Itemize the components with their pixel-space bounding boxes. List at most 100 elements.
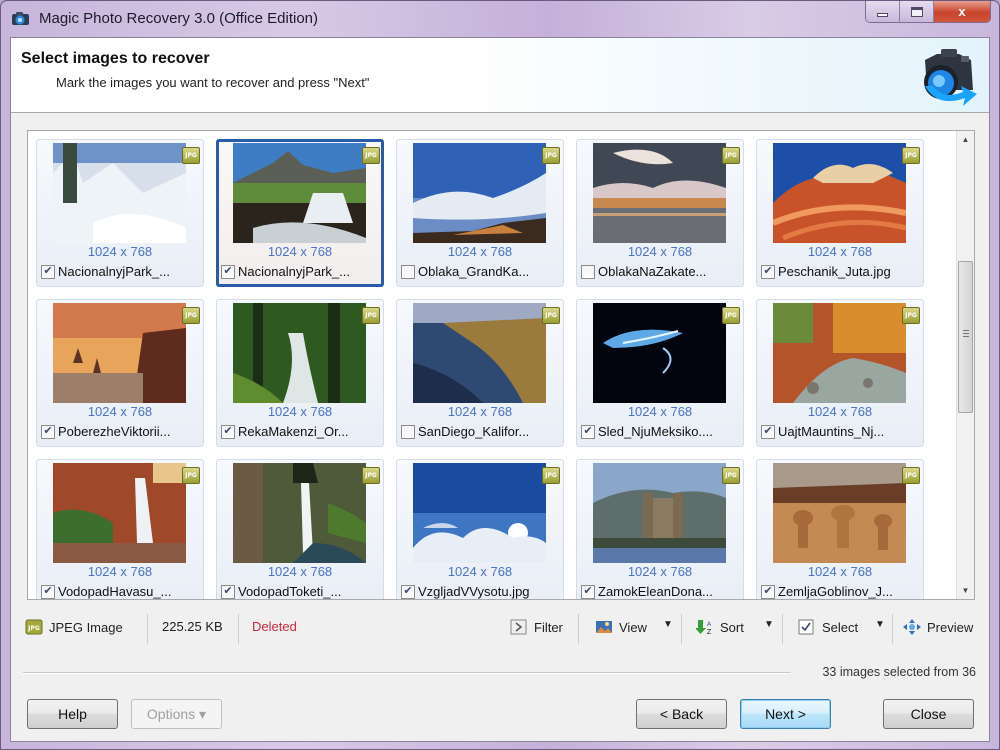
sort-button[interactable]: AZ Sort — [696, 619, 744, 635]
jpg-file-icon: JPG — [362, 307, 380, 324]
separator — [578, 614, 579, 644]
image-select-row: ✔ Peschanik_Juta.jpg — [761, 264, 891, 279]
thumbnail-image[interactable] — [413, 463, 546, 563]
image-checkbox[interactable]: ✔ — [41, 584, 55, 599]
image-checkbox[interactable]: ✔ — [41, 264, 55, 279]
image-checkbox[interactable] — [401, 424, 415, 439]
maximize-icon — [910, 6, 923, 17]
thumbnail-image[interactable] — [593, 143, 726, 243]
close-icon: x — [958, 4, 966, 19]
thumbnail-picture — [593, 463, 726, 563]
thumbnail-image[interactable] — [773, 463, 906, 563]
thumbnail-image[interactable] — [413, 143, 546, 243]
select-checkbox-icon — [798, 619, 814, 635]
image-checkbox[interactable]: ✔ — [41, 424, 55, 439]
separator — [892, 614, 893, 644]
image-thumbnail-card[interactable]: JPG 1024 x 768 ✔ VodopadToketi_... — [216, 459, 384, 599]
thumbnail-image[interactable] — [233, 143, 366, 243]
divider — [23, 672, 791, 674]
filter-icon — [510, 619, 527, 635]
scrollbar-thumb[interactable] — [958, 261, 973, 413]
jpg-file-icon: JPG — [362, 147, 380, 164]
image-gallery: JPG 1024 x 768 ✔ NacionalnyjPark_... JPG 1024… — [27, 130, 975, 600]
thumbnail-image[interactable] — [773, 303, 906, 403]
image-checkbox[interactable]: ✔ — [221, 424, 235, 439]
image-thumbnail-card[interactable]: JPG 1024 x 768 ✔ ZemljaGoblinov_J... — [756, 459, 924, 599]
image-select-row: ✔ VzgljadVVysotu.jpg — [401, 584, 530, 599]
image-select-row: ✔ VodopadHavasu_... — [41, 584, 171, 599]
vertical-scrollbar[interactable]: ▲ ▼ — [956, 131, 974, 599]
select-dropdown-arrow-icon[interactable]: ▼ — [875, 619, 885, 630]
image-thumbnail-card[interactable]: JPG 1024 x 768 ✔ NacionalnyjPark_... — [36, 139, 204, 287]
image-thumbnail-card[interactable]: JPG 1024 x 768 ✔ VzgljadVVysotu.jpg — [396, 459, 564, 599]
thumbnail-image[interactable] — [233, 463, 366, 563]
image-thumbnail-card[interactable]: JPG 1024 x 768 ✔ ZamokEleanDona... — [576, 459, 744, 599]
jpg-file-icon: JPG — [722, 467, 740, 484]
thumbnail-picture — [773, 143, 906, 243]
image-thumbnail-card[interactable]: JPG 1024 x 768 ✔ VodopadHavasu_... — [36, 459, 204, 599]
help-button[interactable]: Help — [27, 699, 118, 729]
image-select-row: ✔ VodopadToketi_... — [221, 584, 341, 599]
jpg-file-icon: JPG — [182, 467, 200, 484]
image-checkbox[interactable]: ✔ — [581, 424, 595, 439]
image-checkbox[interactable]: ✔ — [761, 424, 775, 439]
image-filename: PoberezheViktorii... — [58, 424, 171, 439]
image-checkbox[interactable] — [401, 264, 415, 279]
app-camera-icon — [12, 12, 29, 25]
image-select-row: ✔ NacionalnyjPark_... — [221, 264, 350, 279]
minimize-button[interactable] — [866, 1, 900, 22]
thumbnail-image[interactable] — [593, 463, 726, 563]
image-filename: VodopadToketi_... — [238, 584, 342, 599]
thumbnail-picture — [413, 143, 546, 243]
image-thumbnail-card[interactable]: JPG 1024 x 768 ✔ PoberezheViktorii... — [36, 299, 204, 447]
image-dimensions: 1024 x 768 — [627, 564, 693, 579]
image-checkbox[interactable]: ✔ — [761, 264, 775, 279]
image-checkbox[interactable]: ✔ — [221, 584, 235, 599]
thumbnail-image[interactable] — [773, 143, 906, 243]
minimize-icon — [877, 12, 888, 17]
sort-dropdown-arrow-icon[interactable]: ▼ — [764, 619, 774, 630]
thumbnail-picture — [413, 463, 546, 563]
scroll-down-arrow-icon[interactable]: ▼ — [957, 582, 974, 599]
jpg-file-icon: JPG — [542, 307, 560, 324]
thumbnail-image[interactable] — [53, 463, 186, 563]
preview-move-icon — [903, 619, 921, 635]
image-dimensions: 1024 x 768 — [807, 404, 873, 419]
back-button[interactable]: < Back — [636, 699, 727, 729]
close-button[interactable]: Close — [883, 699, 974, 729]
options-button[interactable]: Options ▾ — [131, 699, 222, 729]
maximize-button[interactable] — [900, 1, 934, 22]
image-checkbox[interactable]: ✔ — [761, 584, 775, 599]
close-window-button[interactable]: x — [934, 1, 990, 22]
jpg-file-icon: JPG — [722, 307, 740, 324]
next-button[interactable]: Next > — [740, 699, 831, 729]
image-select-row: SanDiego_Kalifor... — [401, 424, 529, 439]
image-thumbnail-card[interactable]: JPG 1024 x 768 ✔ UajtMauntins_Nj... — [756, 299, 924, 447]
thumbnail-image[interactable] — [413, 303, 546, 403]
image-checkbox[interactable]: ✔ — [401, 584, 415, 599]
scroll-up-arrow-icon[interactable]: ▲ — [957, 131, 974, 148]
image-thumbnail-card[interactable]: JPG 1024 x 768 SanDiego_Kalifor... — [396, 299, 564, 447]
camera-recovery-icon — [924, 49, 977, 106]
image-thumbnail-card[interactable]: JPG 1024 x 768 ✔ NacionalnyjPark_... — [216, 139, 384, 287]
filter-button[interactable]: Filter — [510, 619, 563, 635]
view-button[interactable]: View — [595, 619, 647, 635]
thumbnail-image[interactable] — [53, 303, 186, 403]
view-dropdown-arrow-icon[interactable]: ▼ — [663, 619, 673, 630]
image-thumbnail-card[interactable]: JPG 1024 x 768 OblakaNaZakate... — [576, 139, 744, 287]
image-filename: NacionalnyjPark_... — [238, 264, 350, 279]
image-thumbnail-card[interactable]: JPG 1024 x 768 Oblaka_GrandKa... — [396, 139, 564, 287]
image-thumbnail-card[interactable]: JPG 1024 x 768 ✔ Peschanik_Juta.jpg — [756, 139, 924, 287]
thumbnail-image[interactable] — [53, 143, 186, 243]
image-thumbnail-card[interactable]: JPG 1024 x 768 ✔ Sled_NjuMeksiko.... — [576, 299, 744, 447]
jpg-file-icon: JPG — [362, 467, 380, 484]
image-checkbox[interactable]: ✔ — [221, 264, 235, 279]
preview-button[interactable]: Preview — [903, 619, 973, 635]
select-button[interactable]: Select — [798, 619, 858, 635]
title-bar[interactable]: Magic Photo Recovery 3.0 (Office Edition… — [1, 1, 999, 37]
image-checkbox[interactable] — [581, 264, 595, 279]
thumbnail-image[interactable] — [233, 303, 366, 403]
thumbnail-image[interactable] — [593, 303, 726, 403]
image-checkbox[interactable]: ✔ — [581, 584, 595, 599]
image-thumbnail-card[interactable]: JPG 1024 x 768 ✔ RekaMakenzi_Or... — [216, 299, 384, 447]
